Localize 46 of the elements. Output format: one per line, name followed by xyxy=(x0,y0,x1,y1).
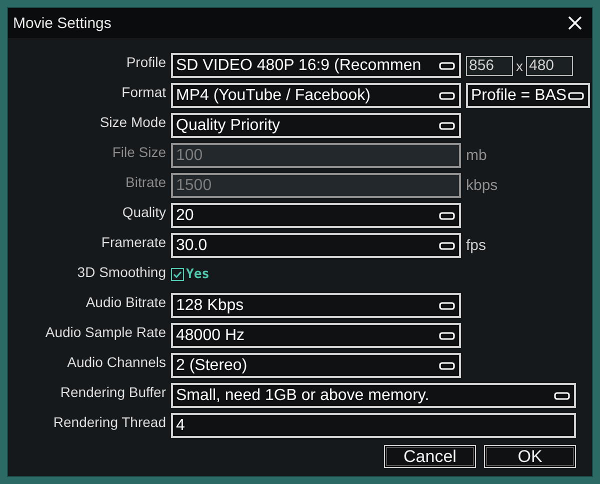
dropdown-icon xyxy=(439,362,455,370)
input-field[interactable]: 4 xyxy=(171,413,576,438)
close-button[interactable] xyxy=(566,14,584,32)
dropdown[interactable]: 2 (Stereo) xyxy=(171,353,461,378)
height-field[interactable]: 480 xyxy=(526,56,573,76)
setting-label: Bitrate xyxy=(126,173,166,190)
dropdown-icon xyxy=(568,92,584,100)
dropdown[interactable]: Small, need 1GB or above memory. xyxy=(171,383,576,408)
setting-label: Audio Channels xyxy=(67,353,166,370)
dropdown[interactable]: 48000 Hz xyxy=(171,323,461,348)
unit-label: mb xyxy=(466,147,487,164)
unit-label: fps xyxy=(466,237,486,254)
dialog-button[interactable]: OK xyxy=(484,445,576,468)
setting-label: Format xyxy=(122,83,166,100)
checkbox[interactable] xyxy=(171,268,184,281)
dropdown-icon xyxy=(439,302,455,310)
width-field[interactable]: 856 xyxy=(466,56,513,76)
dropdown[interactable]: MP4 (YouTube / Facebook) xyxy=(171,83,461,108)
dropdown[interactable]: 128 Kbps xyxy=(171,293,461,318)
dropdown-icon xyxy=(439,242,455,250)
setting-label: Quality xyxy=(122,203,166,220)
unit-label: kbps xyxy=(466,177,498,194)
checkbox-label: Yes xyxy=(186,267,210,282)
dropdown-icon xyxy=(439,332,455,340)
size-separator: x xyxy=(516,58,523,74)
dropdown-icon xyxy=(439,122,455,130)
setting-label: File Size xyxy=(112,143,166,160)
setting-label: Framerate xyxy=(101,233,166,250)
setting-label: Audio Bitrate xyxy=(86,293,166,310)
setting-label: Rendering Buffer xyxy=(60,383,166,400)
window-title: Movie Settings xyxy=(13,14,112,32)
dropdown-icon xyxy=(554,392,570,400)
dropdown[interactable]: Quality Priority xyxy=(171,113,461,138)
setting-label: Size Mode xyxy=(100,113,166,130)
dropdown-icon xyxy=(439,62,455,70)
dropdown[interactable]: 20 xyxy=(171,203,461,228)
setting-label: Profile xyxy=(126,53,166,70)
dropdown[interactable]: Profile = BAS xyxy=(466,83,590,108)
dropdown-icon xyxy=(439,92,455,100)
dropdown[interactable]: SD VIDEO 480P 16:9 (Recommen xyxy=(171,53,461,78)
setting-label: Audio Sample Rate xyxy=(45,323,166,340)
dialog-button[interactable]: Cancel xyxy=(384,445,476,468)
dropdown[interactable]: 30.0 xyxy=(171,233,461,258)
dropdown-icon xyxy=(439,212,455,220)
setting-label: 3D Smoothing xyxy=(77,263,166,280)
setting-label: Rendering Thread xyxy=(53,413,166,430)
